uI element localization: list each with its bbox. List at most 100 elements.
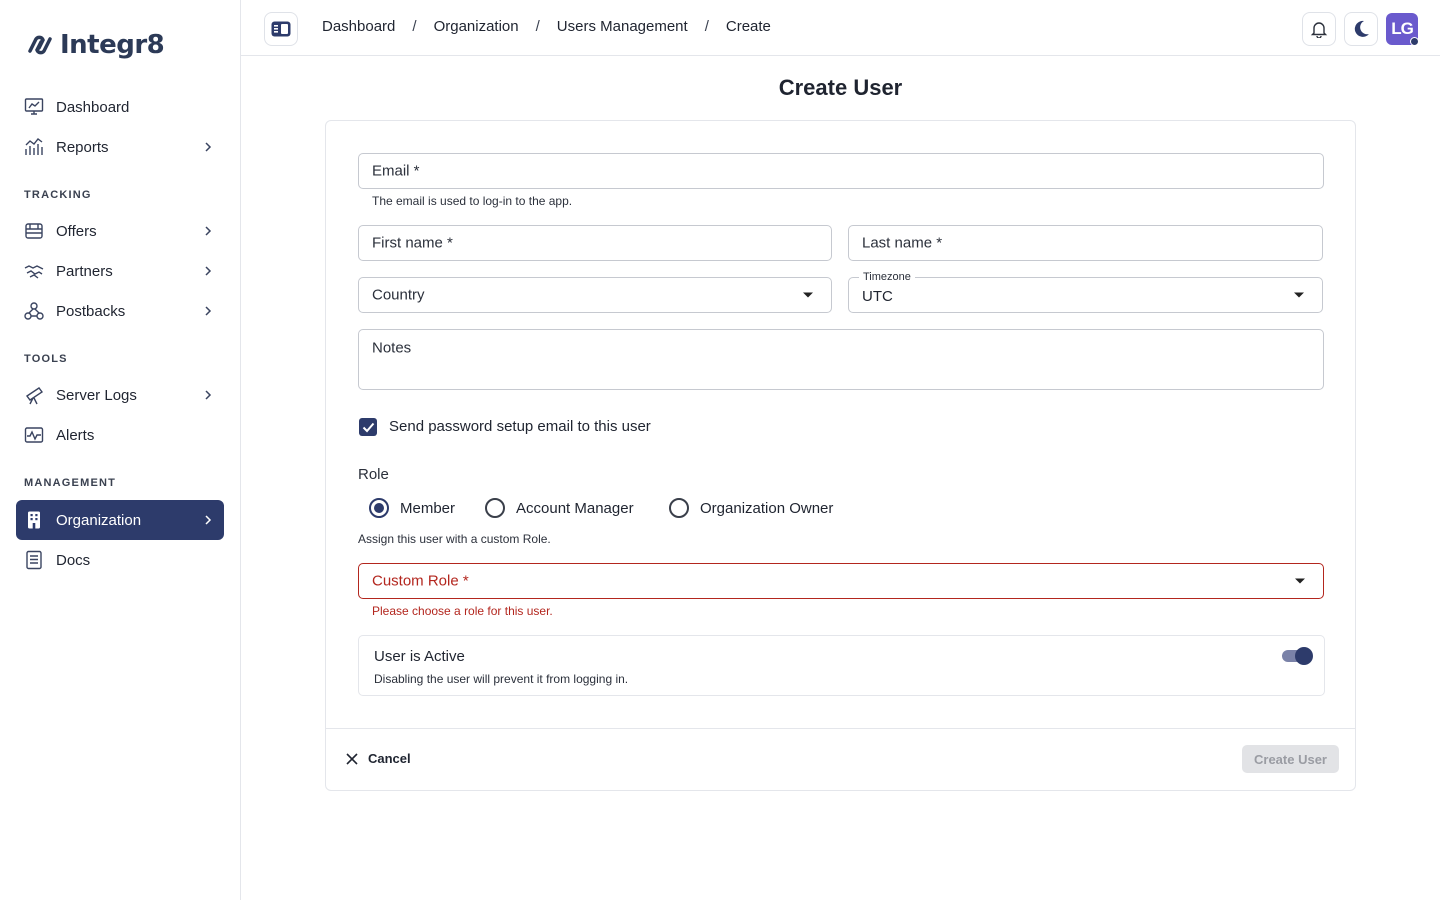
sidebar-item-label: Postbacks bbox=[56, 302, 126, 320]
document-icon bbox=[24, 550, 44, 570]
moon-icon bbox=[1354, 20, 1369, 37]
breadcrumb-dashboard[interactable]: Dashboard bbox=[322, 18, 395, 35]
sidebar-item-label: Organization bbox=[56, 511, 142, 529]
sidebar-item-dashboard[interactable]: Dashboard bbox=[16, 87, 224, 127]
send-email-checkbox[interactable] bbox=[359, 418, 377, 436]
section-title-tracking: TRACKING bbox=[24, 189, 92, 201]
caret-down-icon bbox=[1295, 578, 1305, 584]
sidebar-item-organization[interactable]: Organization bbox=[16, 500, 224, 540]
timezone-label: Timezone bbox=[859, 271, 915, 283]
webhook-icon bbox=[24, 301, 44, 321]
user-active-toggle[interactable] bbox=[1282, 647, 1313, 665]
user-avatar[interactable]: LG bbox=[1386, 13, 1419, 46]
breadcrumb-separator: / bbox=[412, 18, 417, 35]
sidebar-item-label: Reports bbox=[56, 138, 109, 156]
breadcrumb-current: Create bbox=[725, 18, 771, 35]
country-select[interactable]: Country bbox=[358, 277, 832, 313]
email-field[interactable]: Email * bbox=[358, 153, 1324, 189]
logo-icon bbox=[28, 35, 52, 55]
role-radio-member[interactable]: Member bbox=[369, 498, 455, 518]
sidebar-item-postbacks[interactable]: Postbacks bbox=[16, 291, 224, 331]
pulse-monitor-icon bbox=[24, 425, 44, 445]
country-label: Country bbox=[372, 286, 425, 304]
reports-icon bbox=[24, 137, 44, 157]
theme-toggle-button[interactable] bbox=[1344, 12, 1378, 46]
cancel-label: Cancel bbox=[368, 751, 411, 766]
sidebar-item-partners[interactable]: Partners bbox=[16, 251, 224, 291]
notifications-button[interactable] bbox=[1302, 12, 1336, 46]
create-user-form: Email * The email is used to log-in to t… bbox=[325, 120, 1356, 791]
checkmark-icon bbox=[362, 422, 374, 432]
role-option-label: Account Manager bbox=[516, 499, 634, 517]
custom-role-select[interactable]: Custom Role * bbox=[358, 563, 1324, 599]
notes-label: Notes bbox=[372, 339, 412, 357]
role-helper-text: Assign this user with a custom Role. bbox=[358, 532, 551, 546]
handshake-icon bbox=[24, 261, 44, 281]
sidebar-item-server-logs[interactable]: Server Logs bbox=[16, 375, 224, 415]
last-name-label: Last name * bbox=[862, 234, 943, 252]
role-option-label: Member bbox=[400, 499, 456, 517]
section-title-management: MANAGEMENT bbox=[24, 477, 117, 489]
first-name-field[interactable]: First name * bbox=[358, 225, 832, 261]
user-active-setting: User is Active Disabling the user will p… bbox=[358, 635, 1325, 696]
create-user-button[interactable]: Create User bbox=[1242, 745, 1339, 773]
timezone-select[interactable]: Timezone UTC bbox=[848, 271, 1323, 313]
telescope-icon bbox=[24, 385, 44, 405]
notes-textarea[interactable]: Notes bbox=[358, 329, 1324, 390]
sidebar-item-label: Server Logs bbox=[56, 386, 137, 404]
sidebar-item-docs[interactable]: Docs bbox=[16, 540, 224, 580]
sidebar-item-label: Docs bbox=[56, 551, 91, 569]
cancel-button[interactable]: Cancel bbox=[346, 751, 411, 766]
caret-down-icon bbox=[803, 292, 813, 298]
chevron-right-icon bbox=[200, 139, 216, 155]
app-name: Integr8 bbox=[60, 30, 165, 60]
toggle-knob bbox=[1295, 647, 1313, 665]
sidebar-item-offers[interactable]: Offers bbox=[16, 211, 224, 251]
email-helper-text: The email is used to log-in to the app. bbox=[372, 194, 573, 208]
last-name-field[interactable]: Last name * bbox=[848, 225, 1323, 261]
custom-role-label: Custom Role * bbox=[372, 572, 469, 590]
role-radio-organization-owner[interactable]: Organization Owner bbox=[669, 498, 833, 518]
sidebar-item-label: Dashboard bbox=[56, 98, 130, 116]
chevron-right-icon bbox=[200, 223, 216, 239]
radio-checked-icon bbox=[369, 498, 389, 518]
chevron-right-icon bbox=[200, 303, 216, 319]
dashboard-chart-icon bbox=[24, 97, 44, 117]
user-active-title: User is Active bbox=[374, 648, 465, 665]
role-radio-account-manager[interactable]: Account Manager bbox=[485, 498, 634, 518]
chevron-right-icon bbox=[200, 387, 216, 403]
radio-unchecked-icon bbox=[485, 498, 505, 518]
bell-icon bbox=[1310, 22, 1328, 38]
sidebar-toggle-icon bbox=[271, 21, 291, 37]
breadcrumb-organization[interactable]: Organization bbox=[434, 18, 519, 35]
custom-role-error-text: Please choose a role for this user. bbox=[372, 604, 553, 618]
role-title: Role bbox=[358, 466, 389, 483]
sidebar-item-label: Alerts bbox=[56, 426, 95, 444]
sidebar-toggle-button[interactable] bbox=[264, 12, 298, 46]
breadcrumb: Dashboard / Organization / Users Managem… bbox=[322, 18, 771, 35]
page-title: Create User bbox=[778, 75, 903, 100]
email-label: Email * bbox=[372, 162, 420, 180]
sidebar-item-reports[interactable]: Reports bbox=[16, 127, 224, 167]
sidebar: Integr8 Dashboard Reports TRACKING Offer… bbox=[0, 0, 241, 900]
avatar-initials: LG bbox=[1391, 19, 1414, 38]
close-icon bbox=[346, 752, 358, 765]
send-email-label[interactable]: Send password setup email to this user bbox=[389, 418, 651, 435]
section-title-tools: TOOLS bbox=[24, 353, 68, 365]
breadcrumb-users-management[interactable]: Users Management bbox=[557, 18, 688, 35]
timezone-value: UTC bbox=[862, 288, 893, 306]
radio-unchecked-icon bbox=[669, 498, 689, 518]
breadcrumb-separator: / bbox=[535, 18, 540, 35]
offers-icon bbox=[24, 221, 44, 241]
app-logo[interactable]: Integr8 bbox=[24, 30, 165, 60]
sidebar-item-label: Offers bbox=[56, 222, 97, 240]
chevron-right-icon bbox=[200, 263, 216, 279]
breadcrumb-separator: / bbox=[704, 18, 709, 35]
caret-down-icon bbox=[1294, 292, 1304, 298]
user-active-subtitle: Disabling the user will prevent it from … bbox=[374, 672, 629, 686]
role-option-label: Organization Owner bbox=[700, 499, 834, 517]
sidebar-item-alerts[interactable]: Alerts bbox=[16, 415, 224, 455]
sidebar-item-label: Partners bbox=[56, 262, 113, 280]
building-icon bbox=[24, 510, 44, 530]
header-actions: LG bbox=[1302, 12, 1419, 46]
